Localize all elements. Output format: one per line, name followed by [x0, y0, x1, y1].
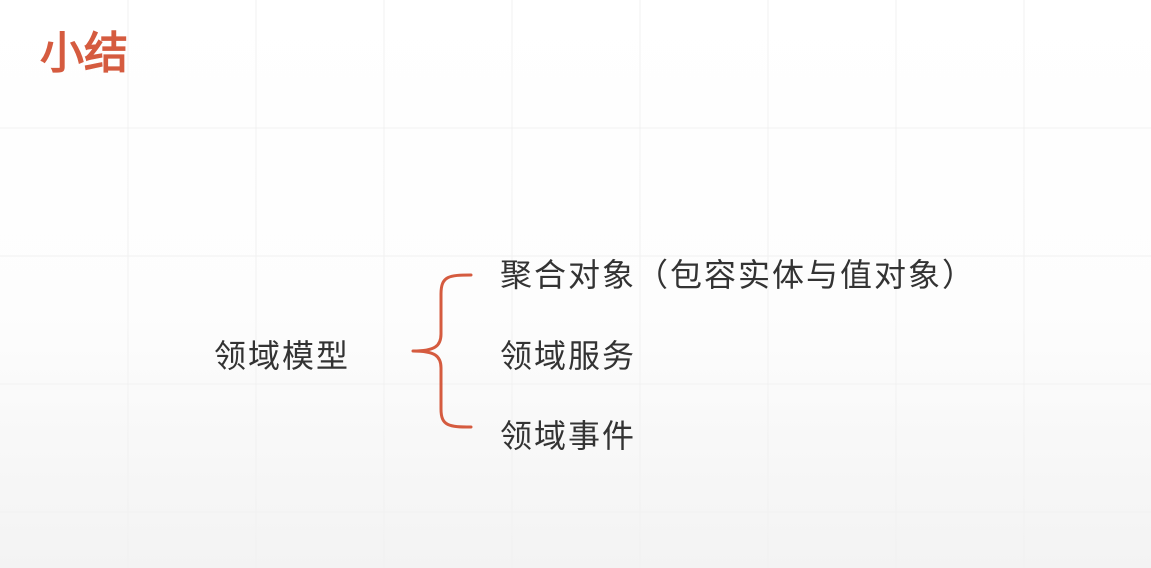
root-node-label: 领域模型: [214, 337, 351, 375]
curly-brace-connector: [411, 273, 473, 429]
branch-label-domain-event: 领域事件: [500, 417, 637, 455]
branch-label-domain-service: 领域服务: [500, 337, 637, 375]
slide-title: 小结: [40, 28, 128, 79]
branch-label-aggregate: 聚合对象（包容实体与值对象）: [500, 256, 977, 294]
slide: 小结 领域模型 聚合对象（包容实体与值对象） 领域服务 领域事件: [0, 0, 1151, 568]
brace-path: [411, 273, 473, 429]
